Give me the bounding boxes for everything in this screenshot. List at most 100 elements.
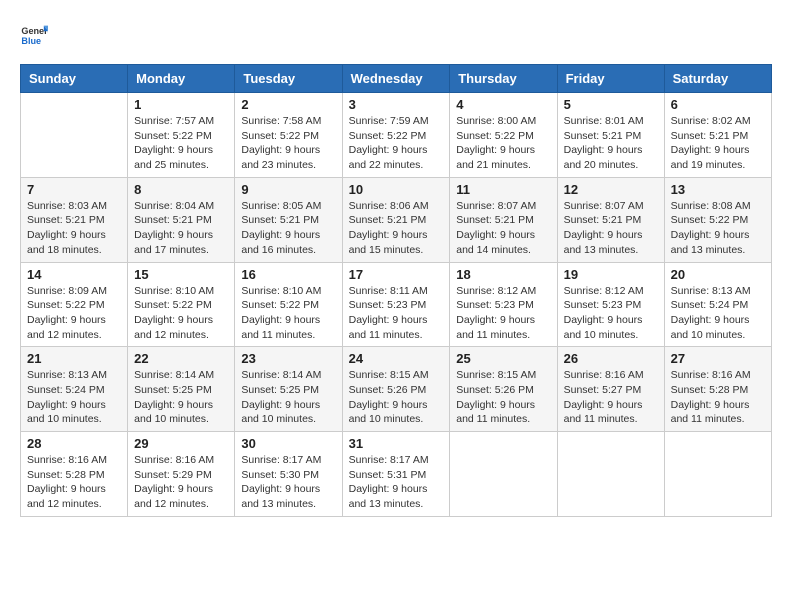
calendar-cell bbox=[21, 93, 128, 178]
calendar-cell: 24 Sunrise: 8:15 AMSunset: 5:26 PMDayligh… bbox=[342, 347, 450, 432]
calendar-header-row: SundayMondayTuesdayWednesdayThursdayFrid… bbox=[21, 65, 772, 93]
day-info: Sunrise: 8:07 AMSunset: 5:21 PMDaylight:… bbox=[456, 199, 550, 258]
day-info: Sunrise: 8:01 AMSunset: 5:21 PMDaylight:… bbox=[564, 114, 658, 173]
day-number: 26 bbox=[564, 351, 658, 366]
calendar-cell: 14 Sunrise: 8:09 AMSunset: 5:22 PMDayligh… bbox=[21, 262, 128, 347]
day-number: 9 bbox=[241, 182, 335, 197]
day-number: 17 bbox=[349, 267, 444, 282]
calendar-cell: 27 Sunrise: 8:16 AMSunset: 5:28 PMDayligh… bbox=[664, 347, 771, 432]
day-header-friday: Friday bbox=[557, 65, 664, 93]
day-number: 11 bbox=[456, 182, 550, 197]
calendar-cell: 20 Sunrise: 8:13 AMSunset: 5:24 PMDayligh… bbox=[664, 262, 771, 347]
day-number: 6 bbox=[671, 97, 765, 112]
day-number: 27 bbox=[671, 351, 765, 366]
day-header-monday: Monday bbox=[128, 65, 235, 93]
day-info: Sunrise: 7:57 AMSunset: 5:22 PMDaylight:… bbox=[134, 114, 228, 173]
calendar-week-5: 28 Sunrise: 8:16 AMSunset: 5:28 PMDayligh… bbox=[21, 432, 772, 517]
calendar-cell: 23 Sunrise: 8:14 AMSunset: 5:25 PMDayligh… bbox=[235, 347, 342, 432]
calendar-cell: 26 Sunrise: 8:16 AMSunset: 5:27 PMDayligh… bbox=[557, 347, 664, 432]
day-info: Sunrise: 8:16 AMSunset: 5:29 PMDaylight:… bbox=[134, 453, 228, 512]
day-info: Sunrise: 8:09 AMSunset: 5:22 PMDaylight:… bbox=[27, 284, 121, 343]
day-number: 7 bbox=[27, 182, 121, 197]
day-number: 24 bbox=[349, 351, 444, 366]
day-number: 18 bbox=[456, 267, 550, 282]
day-number: 22 bbox=[134, 351, 228, 366]
day-info: Sunrise: 8:04 AMSunset: 5:21 PMDaylight:… bbox=[134, 199, 228, 258]
day-header-wednesday: Wednesday bbox=[342, 65, 450, 93]
logo-icon: General Blue bbox=[20, 20, 48, 48]
calendar-cell: 11 Sunrise: 8:07 AMSunset: 5:21 PMDayligh… bbox=[450, 177, 557, 262]
day-info: Sunrise: 8:17 AMSunset: 5:30 PMDaylight:… bbox=[241, 453, 335, 512]
day-number: 19 bbox=[564, 267, 658, 282]
day-info: Sunrise: 8:14 AMSunset: 5:25 PMDaylight:… bbox=[134, 368, 228, 427]
calendar-cell bbox=[450, 432, 557, 517]
day-info: Sunrise: 8:13 AMSunset: 5:24 PMDaylight:… bbox=[671, 284, 765, 343]
calendar-cell: 29 Sunrise: 8:16 AMSunset: 5:29 PMDayligh… bbox=[128, 432, 235, 517]
calendar-cell: 30 Sunrise: 8:17 AMSunset: 5:30 PMDayligh… bbox=[235, 432, 342, 517]
day-number: 16 bbox=[241, 267, 335, 282]
day-number: 15 bbox=[134, 267, 228, 282]
day-info: Sunrise: 8:16 AMSunset: 5:28 PMDaylight:… bbox=[27, 453, 121, 512]
calendar-cell: 31Sunrise: 8:17 AMSunset: 5:31 PMDayligh… bbox=[342, 432, 450, 517]
calendar-cell: 16 Sunrise: 8:10 AMSunset: 5:22 PMDayligh… bbox=[235, 262, 342, 347]
day-number: 13 bbox=[671, 182, 765, 197]
day-info: Sunrise: 8:16 AMSunset: 5:28 PMDaylight:… bbox=[671, 368, 765, 427]
day-info: Sunrise: 8:00 AMSunset: 5:22 PMDaylight:… bbox=[456, 114, 550, 173]
calendar-cell: 28 Sunrise: 8:16 AMSunset: 5:28 PMDayligh… bbox=[21, 432, 128, 517]
day-number: 29 bbox=[134, 436, 228, 451]
calendar-body: 1 Sunrise: 7:57 AMSunset: 5:22 PMDaylight… bbox=[21, 93, 772, 517]
day-header-tuesday: Tuesday bbox=[235, 65, 342, 93]
day-info: Sunrise: 8:13 AMSunset: 5:24 PMDaylight:… bbox=[27, 368, 121, 427]
day-info: Sunrise: 8:02 AMSunset: 5:21 PMDaylight:… bbox=[671, 114, 765, 173]
calendar-cell: 19 Sunrise: 8:12 AMSunset: 5:23 PMDayligh… bbox=[557, 262, 664, 347]
header: General Blue bbox=[20, 20, 772, 48]
calendar-cell: 15 Sunrise: 8:10 AMSunset: 5:22 PMDayligh… bbox=[128, 262, 235, 347]
calendar-week-2: 7 Sunrise: 8:03 AMSunset: 5:21 PMDaylight… bbox=[21, 177, 772, 262]
day-number: 1 bbox=[134, 97, 228, 112]
day-header-sunday: Sunday bbox=[21, 65, 128, 93]
day-info: Sunrise: 7:58 AMSunset: 5:22 PMDaylight:… bbox=[241, 114, 335, 173]
day-header-thursday: Thursday bbox=[450, 65, 557, 93]
day-info: Sunrise: 8:14 AMSunset: 5:25 PMDaylight:… bbox=[241, 368, 335, 427]
day-info: Sunrise: 8:12 AMSunset: 5:23 PMDaylight:… bbox=[456, 284, 550, 343]
day-number: 8 bbox=[134, 182, 228, 197]
day-info: Sunrise: 8:10 AMSunset: 5:22 PMDaylight:… bbox=[134, 284, 228, 343]
calendar-cell: 8 Sunrise: 8:04 AMSunset: 5:21 PMDaylight… bbox=[128, 177, 235, 262]
calendar-cell: 22 Sunrise: 8:14 AMSunset: 5:25 PMDayligh… bbox=[128, 347, 235, 432]
day-number: 10 bbox=[349, 182, 444, 197]
day-info: Sunrise: 8:07 AMSunset: 5:21 PMDaylight:… bbox=[564, 199, 658, 258]
day-number: 20 bbox=[671, 267, 765, 282]
calendar-cell bbox=[557, 432, 664, 517]
logo: General Blue bbox=[20, 20, 52, 48]
day-info: Sunrise: 8:17 AMSunset: 5:31 PMDaylight:… bbox=[349, 453, 444, 512]
day-header-saturday: Saturday bbox=[664, 65, 771, 93]
calendar-cell: 17Sunrise: 8:11 AMSunset: 5:23 PMDayligh… bbox=[342, 262, 450, 347]
calendar-cell: 5Sunrise: 8:01 AMSunset: 5:21 PMDaylight… bbox=[557, 93, 664, 178]
day-info: Sunrise: 8:06 AMSunset: 5:21 PMDaylight:… bbox=[349, 199, 444, 258]
day-number: 3 bbox=[349, 97, 444, 112]
day-number: 4 bbox=[456, 97, 550, 112]
day-number: 30 bbox=[241, 436, 335, 451]
day-info: Sunrise: 8:16 AMSunset: 5:27 PMDaylight:… bbox=[564, 368, 658, 427]
day-info: Sunrise: 8:03 AMSunset: 5:21 PMDaylight:… bbox=[27, 199, 121, 258]
day-info: Sunrise: 8:12 AMSunset: 5:23 PMDaylight:… bbox=[564, 284, 658, 343]
day-number: 2 bbox=[241, 97, 335, 112]
day-number: 23 bbox=[241, 351, 335, 366]
day-info: Sunrise: 8:05 AMSunset: 5:21 PMDaylight:… bbox=[241, 199, 335, 258]
day-number: 28 bbox=[27, 436, 121, 451]
calendar-cell: 25Sunrise: 8:15 AMSunset: 5:26 PMDayligh… bbox=[450, 347, 557, 432]
svg-text:Blue: Blue bbox=[21, 36, 41, 46]
calendar-cell: 6 Sunrise: 8:02 AMSunset: 5:21 PMDaylight… bbox=[664, 93, 771, 178]
calendar-week-4: 21Sunrise: 8:13 AMSunset: 5:24 PMDayligh… bbox=[21, 347, 772, 432]
calendar-cell: 7 Sunrise: 8:03 AMSunset: 5:21 PMDaylight… bbox=[21, 177, 128, 262]
day-number: 14 bbox=[27, 267, 121, 282]
day-info: Sunrise: 8:15 AMSunset: 5:26 PMDaylight:… bbox=[456, 368, 550, 427]
calendar-week-1: 1 Sunrise: 7:57 AMSunset: 5:22 PMDaylight… bbox=[21, 93, 772, 178]
calendar-cell: 2 Sunrise: 7:58 AMSunset: 5:22 PMDaylight… bbox=[235, 93, 342, 178]
day-info: Sunrise: 7:59 AMSunset: 5:22 PMDaylight:… bbox=[349, 114, 444, 173]
calendar-cell: 10 Sunrise: 8:06 AMSunset: 5:21 PMDayligh… bbox=[342, 177, 450, 262]
calendar-cell: 18 Sunrise: 8:12 AMSunset: 5:23 PMDayligh… bbox=[450, 262, 557, 347]
day-info: Sunrise: 8:10 AMSunset: 5:22 PMDaylight:… bbox=[241, 284, 335, 343]
day-info: Sunrise: 8:08 AMSunset: 5:22 PMDaylight:… bbox=[671, 199, 765, 258]
day-info: Sunrise: 8:15 AMSunset: 5:26 PMDaylight:… bbox=[349, 368, 444, 427]
